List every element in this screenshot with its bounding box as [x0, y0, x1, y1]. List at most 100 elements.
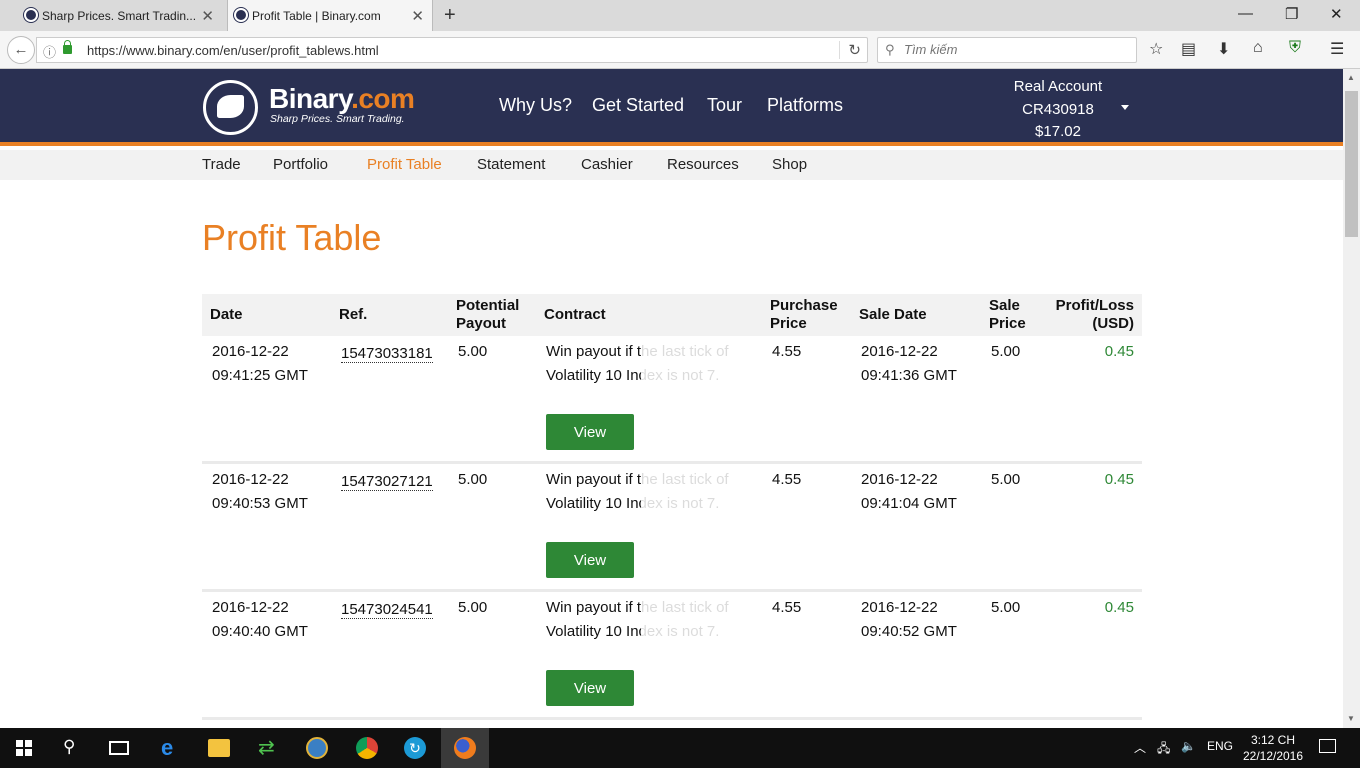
- account-menu[interactable]: Real Account CR430918 $17.02: [998, 76, 1118, 144]
- minimize-icon[interactable]: —: [1238, 5, 1253, 22]
- nav-tour[interactable]: Tour: [707, 95, 742, 116]
- subnav-portfolio[interactable]: Portfolio: [273, 156, 328, 173]
- sale-price: 5.00: [991, 599, 1021, 616]
- logo-text[interactable]: Binary.com: [269, 83, 415, 115]
- clock-time: 3:12 CH: [1250, 733, 1296, 747]
- language-indicator[interactable]: ENG: [1207, 739, 1233, 753]
- profit-loss: 0.45: [1104, 471, 1134, 488]
- tray-chevron-icon[interactable]: ︿: [1134, 739, 1146, 756]
- tab-title: Sharp Prices. Smart Tradin...: [42, 8, 197, 23]
- date-value: 2016-12-22: [212, 343, 289, 360]
- network-icon[interactable]: 🖧: [1157, 739, 1170, 760]
- new-tab-icon[interactable]: +: [444, 4, 456, 27]
- tab-title: Profit Table | Binary.com: [252, 8, 381, 23]
- download-icon[interactable]: ⬇: [1217, 39, 1230, 59]
- edge-icon[interactable]: e: [161, 735, 173, 761]
- nav-platforms[interactable]: Platforms: [767, 95, 843, 116]
- sale-time-value: 09:40:52 GMT: [861, 623, 957, 640]
- scroll-down-icon[interactable]: ▼: [1347, 714, 1355, 723]
- url-text[interactable]: https://www.binary.com/en/user/profit_ta…: [87, 43, 379, 58]
- shield-extension-icon[interactable]: ⛨: [1289, 39, 1301, 57]
- profit-loss: 0.45: [1104, 599, 1134, 616]
- firefox-icon: [454, 737, 476, 759]
- maximize-icon[interactable]: ❐: [1285, 5, 1298, 23]
- back-arrow-icon[interactable]: ←: [7, 36, 35, 64]
- potential-payout: 5.00: [458, 599, 488, 616]
- sale-date-value: 2016-12-22: [861, 471, 938, 488]
- scrollbar-thumb[interactable]: [1345, 91, 1358, 237]
- sale-time-value: 09:41:04 GMT: [861, 495, 957, 512]
- caret-down-icon[interactable]: [1121, 105, 1129, 110]
- lock-icon[interactable]: [63, 40, 72, 54]
- table-row: 2016-12-22 09:40:40 GMT 15473024541 5.00…: [202, 592, 1142, 720]
- subnav-profit-table[interactable]: Profit Table: [367, 156, 442, 173]
- binary-logo-icon[interactable]: [203, 80, 258, 135]
- bookmark-star-icon[interactable]: ☆: [1149, 39, 1163, 59]
- col-ref: Ref.: [339, 306, 368, 323]
- logo-suffix: .com: [351, 83, 415, 114]
- reading-list-icon[interactable]: ▤: [1181, 39, 1196, 59]
- potential-payout: 5.00: [458, 343, 488, 360]
- menu-icon[interactable]: ☰: [1330, 39, 1344, 59]
- account-balance: $17.02: [1035, 123, 1081, 140]
- sale-date-value: 2016-12-22: [861, 599, 938, 616]
- globe-app-icon[interactable]: [306, 737, 328, 759]
- sale-date-value: 2016-12-22: [861, 343, 938, 360]
- reload-icon[interactable]: ↻: [839, 41, 861, 59]
- view-button[interactable]: View: [546, 414, 634, 450]
- col-purchase-price-l2: Price: [770, 315, 807, 332]
- binary-favicon-icon: [234, 8, 248, 22]
- close-window-icon[interactable]: ✕: [1330, 5, 1343, 23]
- file-explorer-icon[interactable]: [208, 739, 230, 757]
- windows-start-icon[interactable]: [16, 740, 32, 756]
- ref-link[interactable]: 15473033181: [341, 345, 433, 363]
- sync-app-icon[interactable]: ⇄: [258, 735, 275, 760]
- col-sale-date: Sale Date: [859, 306, 927, 323]
- scroll-up-icon[interactable]: ▲: [1347, 73, 1355, 82]
- col-profit-loss: Profit/Loss (USD): [1056, 297, 1134, 333]
- clock-date: 22/12/2016: [1242, 749, 1304, 763]
- col-purchase-price-l1: Purchase: [770, 297, 838, 314]
- volume-icon[interactable]: 🔈: [1181, 739, 1196, 753]
- search-input[interactable]: [904, 42, 1124, 57]
- ref-link[interactable]: 15473024541: [341, 601, 433, 619]
- search-box[interactable]: ⚲: [877, 37, 1137, 63]
- page-scrollbar[interactable]: ▲ ▼: [1343, 69, 1360, 728]
- trade-date: 2016-12-22 09:40:40 GMT: [212, 596, 308, 644]
- close-tab-icon[interactable]: ✕: [201, 7, 214, 25]
- subnav-resources[interactable]: Resources: [667, 156, 739, 173]
- tab-sharp-prices[interactable]: Sharp Prices. Smart Tradin... ✕: [18, 0, 222, 31]
- subnav-trade[interactable]: Trade: [202, 156, 241, 173]
- view-button[interactable]: View: [546, 542, 634, 578]
- nav-get-started[interactable]: Get Started: [592, 95, 684, 116]
- close-tab-icon[interactable]: ✕: [411, 7, 424, 25]
- home-icon[interactable]: ⌂: [1253, 39, 1263, 57]
- col-potential-payout-l2: Payout: [456, 315, 507, 332]
- col-sale-price-l1: Sale: [989, 297, 1020, 314]
- search-icon[interactable]: ⚲: [63, 737, 75, 757]
- account-type: Real Account: [1013, 78, 1103, 95]
- clock[interactable]: 3:12 CH 22/12/2016: [1240, 732, 1306, 764]
- task-view-icon[interactable]: [109, 741, 129, 755]
- subnav-cashier[interactable]: Cashier: [581, 156, 633, 173]
- sale-time-value: 09:41:36 GMT: [861, 367, 957, 384]
- view-button[interactable]: View: [546, 670, 634, 706]
- subnav-shop[interactable]: Shop: [772, 156, 807, 173]
- notification-icon[interactable]: [1319, 739, 1336, 753]
- ref-link[interactable]: 15473027121: [341, 473, 433, 491]
- refresh-app-icon[interactable]: ↻: [404, 737, 426, 759]
- page-viewport: Binary.com Sharp Prices. Smart Trading. …: [0, 69, 1343, 728]
- tab-profit-table[interactable]: Profit Table | Binary.com ✕: [227, 0, 433, 31]
- table-row: 2016-12-22 09:40:53 GMT 15473027121 5.00…: [202, 464, 1142, 592]
- nav-why-us[interactable]: Why Us?: [499, 95, 572, 116]
- chrome-icon[interactable]: [356, 737, 378, 759]
- browser-tab-bar: Sharp Prices. Smart Tradin... ✕ Profit T…: [0, 0, 1360, 31]
- purchase-price: 4.55: [772, 471, 802, 488]
- col-potential-payout-l1: Potential: [456, 297, 520, 314]
- firefox-taskbar-active[interactable]: [441, 728, 489, 768]
- sale-date: 2016-12-22 09:40:52 GMT: [861, 596, 957, 644]
- info-icon[interactable]: ⓘ: [43, 42, 56, 61]
- subnav-statement[interactable]: Statement: [477, 156, 545, 173]
- url-bar[interactable]: ⓘ https://www.binary.com/en/user/profit_…: [36, 37, 868, 63]
- date-value: 2016-12-22: [212, 471, 289, 488]
